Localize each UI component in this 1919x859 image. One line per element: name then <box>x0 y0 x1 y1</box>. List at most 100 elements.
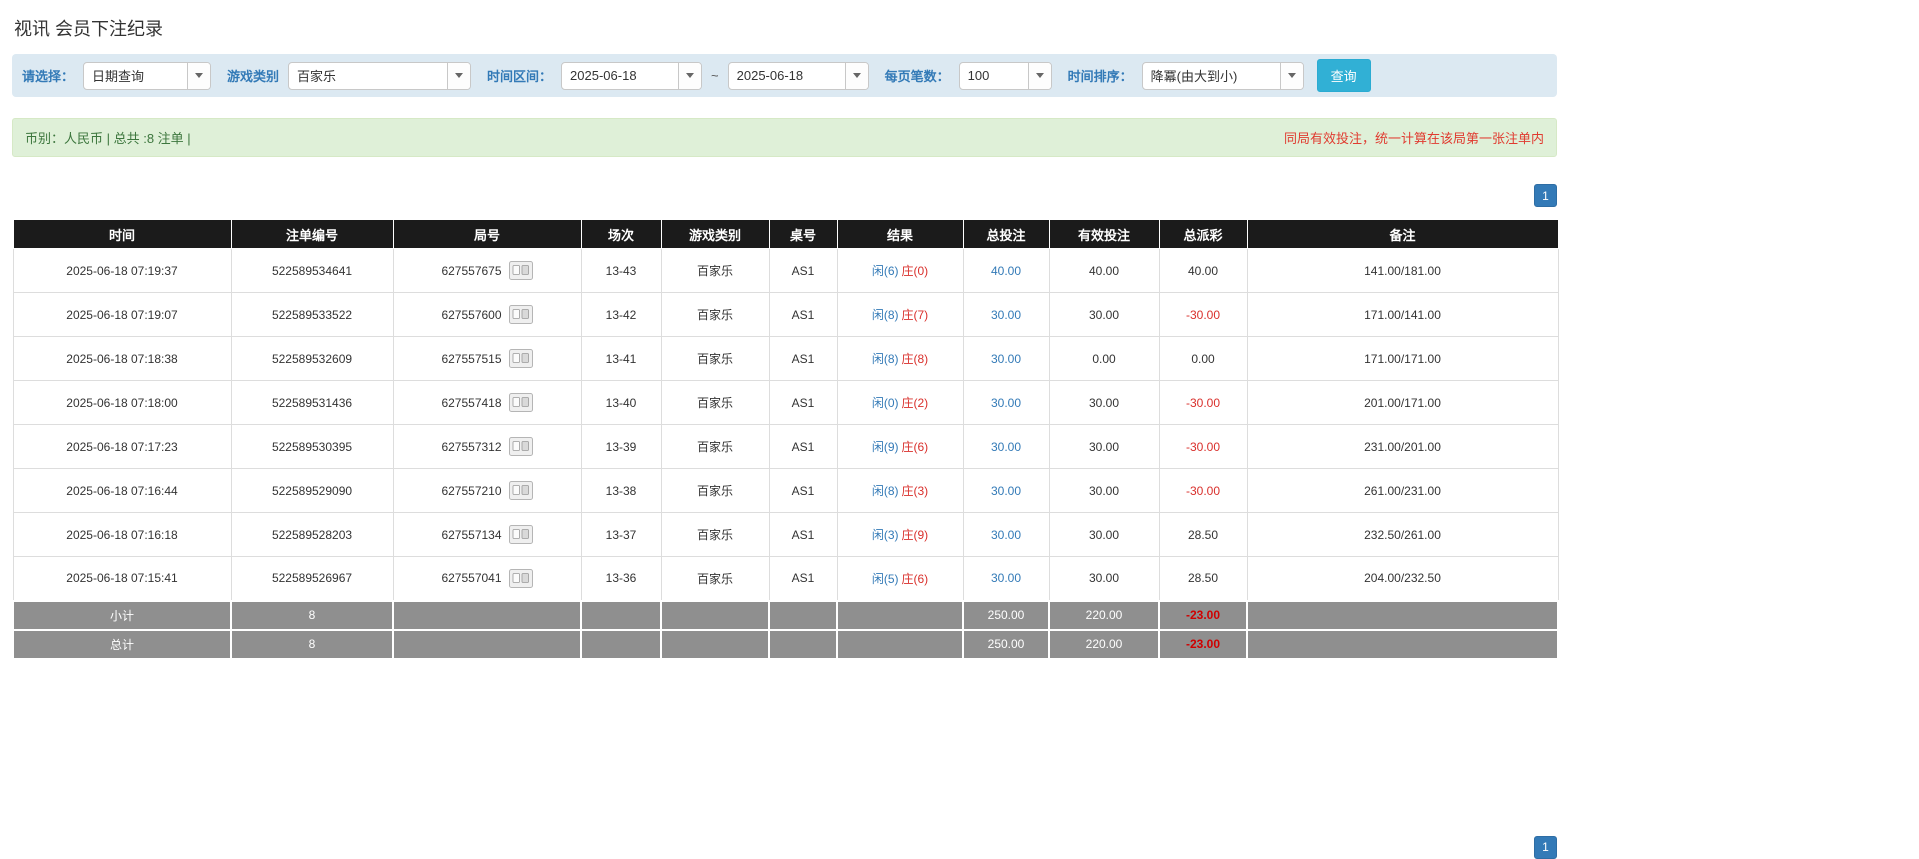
cell-round: 627557515 <box>392 336 582 381</box>
grand-total-payout: -23.00 <box>1158 628 1248 660</box>
game-result-icon[interactable] <box>508 393 533 412</box>
subtotal-total-bet: 250.00 <box>962 599 1050 631</box>
cell-table-no: AS1 <box>768 468 838 513</box>
chevron-down-icon[interactable] <box>447 62 471 89</box>
cell-game-type: 百家乐 <box>660 292 770 337</box>
result-banker: 庄(6) <box>901 571 929 586</box>
game-result-icon[interactable] <box>508 437 533 456</box>
summary-bar: 币别：人民币 | 总共 :8 注单 | 同局有效投注，统一计算在该局第一张注单内 <box>12 118 1557 157</box>
cell-payout: -30.00 <box>1158 380 1248 425</box>
empty-cell <box>1246 599 1559 631</box>
caret-glyph <box>1035 73 1044 78</box>
cell-total-bet-link[interactable]: 30.00 <box>962 336 1050 381</box>
cell-result: 闲(5) 庄(6) <box>836 556 964 601</box>
cell-time: 2025-06-18 07:16:18 <box>12 512 232 557</box>
cell-total-bet-link[interactable]: 30.00 <box>962 292 1050 337</box>
cell-round: 627557312 <box>392 424 582 469</box>
query-type-dropdown[interactable] <box>83 61 212 90</box>
header-total-bet: 总投注 <box>962 219 1050 249</box>
cell-time: 2025-06-18 07:17:23 <box>12 424 232 469</box>
cell-result: 闲(3) 庄(9) <box>836 512 964 557</box>
cell-bet-id: 522589531436 <box>230 380 394 425</box>
page-1-button[interactable]: 1 <box>1534 835 1557 859</box>
cell-total-bet-link[interactable]: 40.00 <box>962 248 1050 293</box>
result-player: 闲(5) <box>871 571 899 586</box>
cell-payout: -30.00 <box>1158 424 1248 469</box>
empty-cell <box>768 599 838 631</box>
result-banker: 庄(0) <box>901 264 929 278</box>
result-banker: 庄(3) <box>901 484 929 498</box>
chevron-down-icon[interactable] <box>844 62 868 89</box>
game-result-icon[interactable] <box>508 481 533 500</box>
query-type-input[interactable] <box>84 62 188 89</box>
page-1-button[interactable]: 1 <box>1534 184 1557 207</box>
game-result-icon[interactable] <box>508 305 533 324</box>
cell-session: 13-41 <box>580 336 662 381</box>
date-to-input[interactable] <box>728 62 845 89</box>
cell-remark: 232.50/261.00 <box>1246 512 1559 557</box>
chevron-down-icon[interactable] <box>1027 62 1051 89</box>
result-banker: 庄(2) <box>901 396 929 410</box>
game-type-dropdown[interactable] <box>288 61 472 90</box>
cell-total-bet-link[interactable]: 30.00 <box>962 556 1050 601</box>
cell-time: 2025-06-18 07:16:44 <box>12 468 232 513</box>
cell-session: 13-37 <box>580 512 662 557</box>
game-result-icon[interactable] <box>508 525 533 544</box>
date-from-input[interactable] <box>562 62 679 89</box>
cell-session: 13-43 <box>580 248 662 293</box>
cell-payout: 0.00 <box>1158 336 1248 381</box>
subtotal-row: 小计 8 250.00 220.00 -23.00 <box>12 599 1559 631</box>
cell-time: 2025-06-18 07:19:37 <box>12 248 232 293</box>
header-time: 时间 <box>12 219 232 249</box>
cell-bet-id: 522589528203 <box>230 512 394 557</box>
cell-round: 627557041 <box>392 556 582 601</box>
cell-valid-bet: 30.00 <box>1048 512 1160 557</box>
cell-game-type: 百家乐 <box>660 556 770 601</box>
cell-remark: 201.00/171.00 <box>1246 380 1559 425</box>
time-sort-label: 时间排序： <box>1067 69 1133 84</box>
caret-glyph <box>195 73 204 78</box>
page-size-dropdown[interactable] <box>958 61 1052 90</box>
date-from-picker[interactable] <box>561 61 703 90</box>
cell-valid-bet: 30.00 <box>1048 556 1160 601</box>
time-sort-input[interactable] <box>1142 62 1280 89</box>
chevron-down-icon[interactable] <box>1279 62 1303 89</box>
cell-total-bet-link[interactable]: 30.00 <box>962 512 1050 557</box>
caret-glyph <box>686 73 695 78</box>
cell-valid-bet: 30.00 <box>1048 292 1160 337</box>
game-result-icon[interactable] <box>508 349 533 368</box>
date-to-picker[interactable] <box>727 61 869 90</box>
cell-time: 2025-06-18 07:19:07 <box>12 292 232 337</box>
empty-cell <box>836 628 964 660</box>
cell-game-type: 百家乐 <box>660 468 770 513</box>
round-number: 627557600 <box>441 307 502 322</box>
cell-result: 闲(9) 庄(6) <box>836 424 964 469</box>
cell-payout: -30.00 <box>1158 292 1248 337</box>
game-result-icon[interactable] <box>508 261 533 280</box>
cell-valid-bet: 40.00 <box>1048 248 1160 293</box>
cell-total-bet-link[interactable]: 30.00 <box>962 424 1050 469</box>
cell-game-type: 百家乐 <box>660 380 770 425</box>
chevron-down-icon[interactable] <box>678 62 702 89</box>
cell-result: 闲(8) 庄(3) <box>836 468 964 513</box>
caret-glyph <box>852 73 861 78</box>
pagination-top: 1 <box>12 184 1557 207</box>
game-result-icon[interactable] <box>508 568 533 588</box>
cell-round: 627557675 <box>392 248 582 293</box>
round-number: 627557418 <box>441 395 502 410</box>
cell-payout: 28.50 <box>1158 512 1248 557</box>
result-player: 闲(8) <box>871 352 899 366</box>
game-type-input[interactable] <box>289 62 448 89</box>
time-sort-dropdown[interactable] <box>1141 61 1304 90</box>
header-payout: 总派彩 <box>1158 219 1248 249</box>
grand-total-valid-bet: 220.00 <box>1048 628 1160 660</box>
cell-remark: 261.00/231.00 <box>1246 468 1559 513</box>
cell-total-bet-link[interactable]: 30.00 <box>962 468 1050 513</box>
cell-total-bet-link[interactable]: 30.00 <box>962 380 1050 425</box>
page-size-input[interactable] <box>959 62 1028 89</box>
table-row: 2025-06-18 07:19:37 522589534641 6275576… <box>12 248 1559 293</box>
search-button[interactable]: 查询 <box>1316 59 1371 92</box>
result-player: 闲(9) <box>871 440 899 454</box>
cell-bet-id: 522589529090 <box>230 468 394 513</box>
chevron-down-icon[interactable] <box>187 62 211 89</box>
